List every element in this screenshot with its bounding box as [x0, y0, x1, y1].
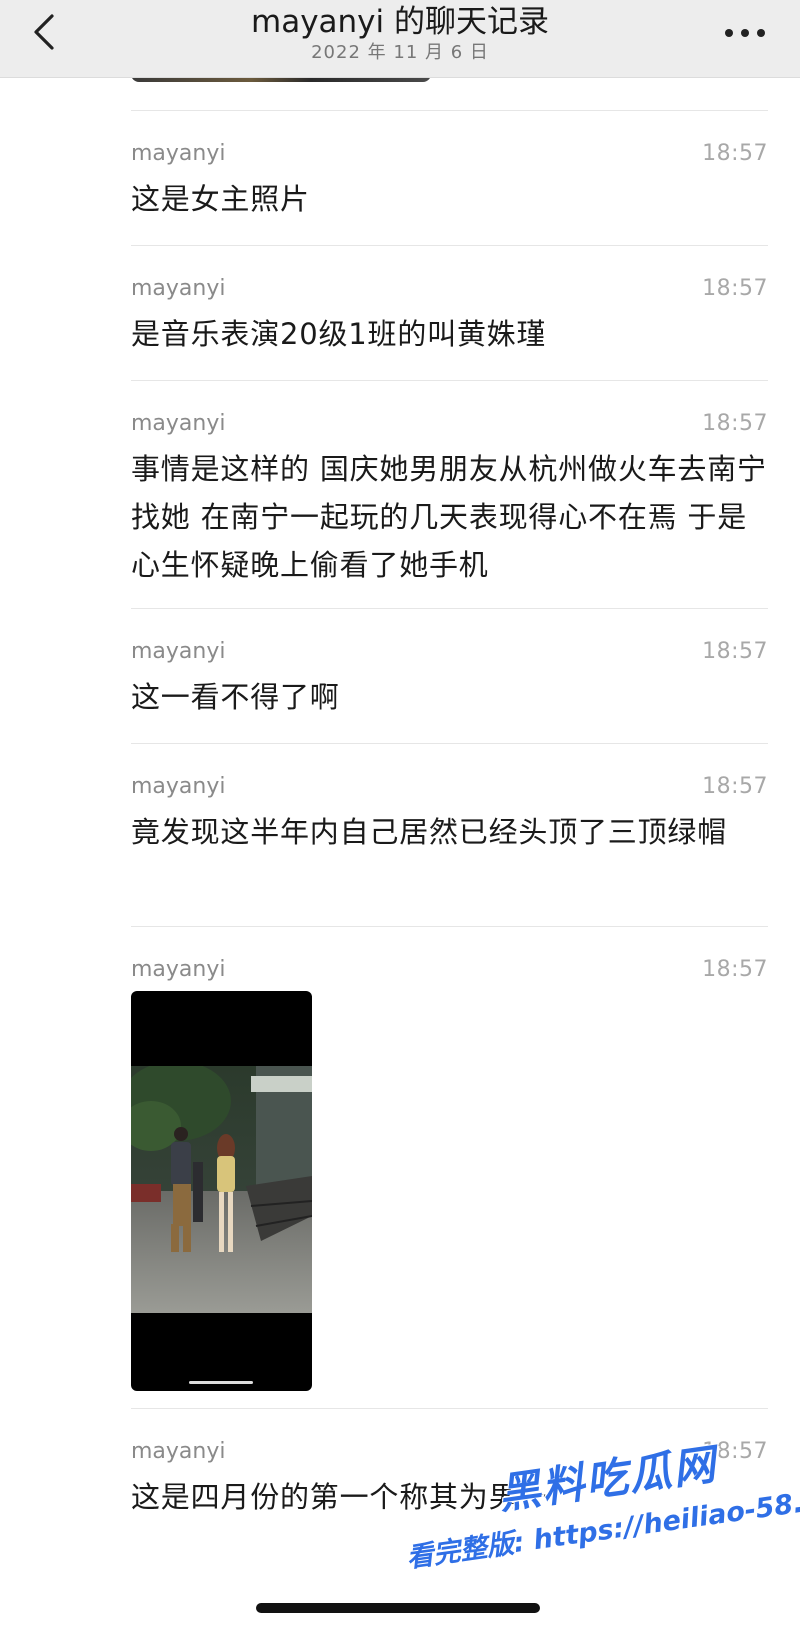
message-item[interactable]: mayanyi 18:57 事情是这样的 国庆她男朋友从杭州做火车去南宁找她 在… — [131, 380, 768, 608]
message-time: 18:57 — [702, 639, 768, 664]
message-time: 18:57 — [702, 774, 768, 799]
message-text: 这是女主照片 — [131, 182, 310, 216]
message-text: 是音乐表演20级1班的叫黄姝瑾 — [131, 317, 547, 351]
message-photo[interactable] — [131, 991, 312, 1391]
message-sender: mayanyi — [131, 774, 226, 799]
message-sender: mayanyi — [131, 276, 226, 301]
message-item[interactable]: mayanyi 18:57 竟发现这半年内自己居然已经头顶了三顶绿帽 — [131, 743, 768, 926]
message-item[interactable]: mayanyi 18:57 这一看不得了啊 — [131, 608, 768, 743]
page-title: mayanyi 的聊天记录 — [251, 4, 549, 40]
home-indicator[interactable] — [256, 1603, 540, 1613]
message-time: 18:57 — [702, 276, 768, 301]
message-sender: mayanyi — [131, 1439, 226, 1464]
message-time: 18:57 — [702, 411, 768, 436]
message-list: mayanyi 18:57 这是女主照片 mayanyi 18:57 是音乐表演… — [131, 110, 768, 1608]
chat-date: 2022 年 11 月 6 日 — [311, 42, 489, 63]
message-sender: mayanyi — [131, 957, 226, 982]
message-item[interactable]: mayanyi 18:57 — [131, 926, 768, 1408]
message-time: 18:57 — [702, 141, 768, 166]
more-horizontal-icon — [725, 29, 765, 37]
message-item[interactable]: mayanyi 18:57 这是女主照片 — [131, 110, 768, 245]
chat-header: mayanyi 的聊天记录 2022 年 11 月 6 日 — [0, 0, 800, 78]
message-sender: mayanyi — [131, 141, 226, 166]
night-street-photo — [131, 1066, 312, 1313]
video-progress-bar — [189, 1381, 253, 1384]
message-time: 18:57 — [702, 957, 768, 982]
message-text: 事情是这样的 国庆她男朋友从杭州做火车去南宁找她 在南宁一起玩的几天表现得心不在… — [131, 452, 767, 582]
message-item[interactable]: mayanyi 18:57 是音乐表演20级1班的叫黄姝瑾 — [131, 245, 768, 380]
message-sender: mayanyi — [131, 411, 226, 436]
message-sender: mayanyi — [131, 639, 226, 664]
message-text: 竟发现这半年内自己居然已经头顶了三顶绿帽 — [131, 815, 728, 849]
message-text: 这一看不得了啊 — [131, 680, 340, 714]
more-button[interactable] — [720, 18, 770, 48]
